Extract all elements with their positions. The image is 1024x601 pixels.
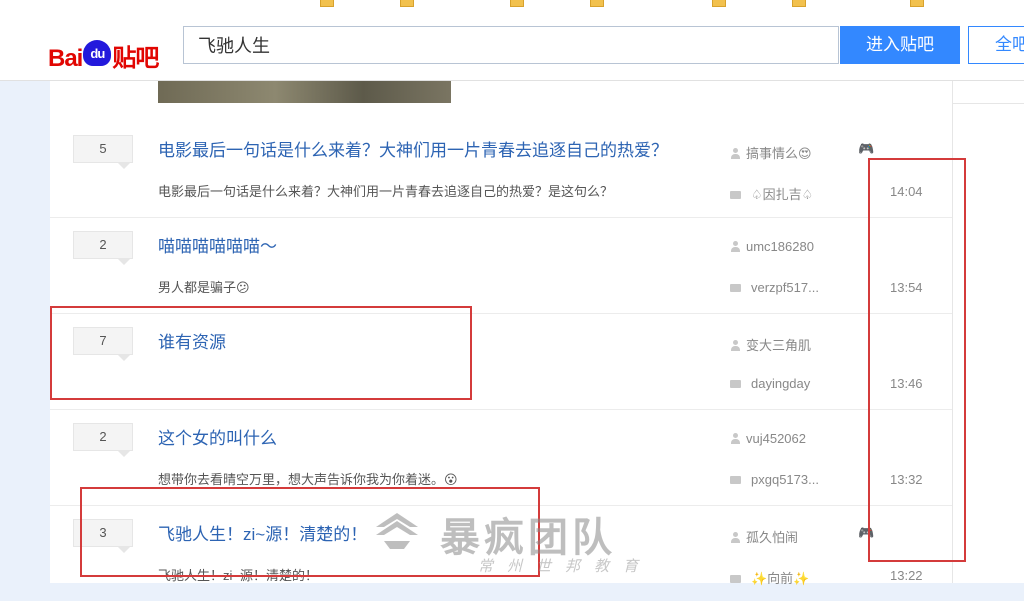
game-badge-icon: 🎮 xyxy=(858,141,875,156)
bookmarks-bar xyxy=(0,0,1024,12)
thread-author[interactable]: vuj452062 xyxy=(730,431,806,446)
thread-author[interactable]: 孤久怕闹 xyxy=(730,527,798,546)
logo-tieba: 贴吧 xyxy=(112,45,159,72)
replier-name[interactable]: ✨向前✨ xyxy=(751,571,809,586)
thread-title-link[interactable]: 这个女的叫什么 xyxy=(158,424,277,449)
thread-excerpt: 飞驰人生！zi~源！清楚的！ xyxy=(158,568,318,583)
reply-icon xyxy=(730,380,741,388)
user-icon xyxy=(730,532,740,543)
reply-icon xyxy=(730,284,741,292)
author-name[interactable]: vuj452062 xyxy=(746,431,806,446)
reply-count-badge: 2 xyxy=(73,423,133,457)
thread-title-link[interactable]: 喵喵喵喵喵喵～ xyxy=(158,232,277,257)
header: Baidu贴吧 进入贴吧 全吧 xyxy=(0,12,1024,81)
last-reply-time: 13:22 xyxy=(890,568,923,583)
bookmark-folder-icon[interactable] xyxy=(510,0,528,7)
right-sidebar xyxy=(952,81,1024,583)
bookmark-folder-icon[interactable] xyxy=(400,0,418,7)
logo-paw-icon: du xyxy=(83,40,112,66)
thread-thumbnail-image[interactable] xyxy=(158,81,451,103)
reply-count-badge: 3 xyxy=(73,519,133,553)
thread-list: 5 电影最后一句话是什么来着？大神们用一片青春去追逐自己的热爱？ 电影最后一句话… xyxy=(50,81,953,586)
author-name[interactable]: 变大三角肌 xyxy=(746,338,811,353)
author-name[interactable]: 搞事情么😍 xyxy=(746,146,812,161)
user-icon xyxy=(730,241,740,252)
last-reply-time: 13:54 xyxy=(890,280,923,295)
last-replier[interactable]: ♤因扎吉♤ xyxy=(730,184,813,203)
thread-row[interactable]: 5 电影最后一句话是什么来着？大神们用一片青春去追逐自己的热爱？ 电影最后一句话… xyxy=(50,121,952,218)
last-replier[interactable]: dayingday xyxy=(730,376,810,391)
reply-count-badge: 5 xyxy=(73,135,133,169)
thread-title-link[interactable]: 飞驰人生！zi~源！清楚的！ xyxy=(158,520,367,545)
thread-excerpt: 电影最后一句话是什么来着？大神们用一片青春去追逐自己的热爱？是这句么？ xyxy=(158,184,614,199)
last-replier[interactable]: pxgq5173... xyxy=(730,472,819,487)
last-reply-time: 14:04 xyxy=(890,184,923,199)
enter-tieba-button[interactable]: 进入贴吧 xyxy=(840,26,960,64)
thread-title-link[interactable]: 电影最后一句话是什么来着？大神们用一片青春去追逐自己的热爱？ xyxy=(158,136,668,161)
reply-icon xyxy=(730,191,741,199)
bookmark-folder-icon[interactable] xyxy=(590,0,608,7)
search-all-button[interactable]: 全吧 xyxy=(968,26,1024,64)
game-badge-icon: 🎮 xyxy=(858,525,875,540)
logo-bai: Bai xyxy=(48,45,83,72)
last-reply-time: 13:32 xyxy=(890,472,923,487)
thread-row[interactable]: 2 喵喵喵喵喵喵～ 男人都是骗子😕 umc186280 verzpf517...… xyxy=(50,217,952,314)
replier-name[interactable]: ♤因扎吉♤ xyxy=(751,187,813,202)
replier-name[interactable]: pxgq5173... xyxy=(751,472,819,487)
replier-name[interactable]: dayingday xyxy=(751,376,810,391)
reply-count-badge: 7 xyxy=(73,327,133,361)
thread-row[interactable]: 3 飞驰人生！zi~源！清楚的！ 飞驰人生！zi~源！清楚的！ 孤久怕闹 🎮 ✨… xyxy=(50,505,952,601)
last-replier[interactable]: verzpf517... xyxy=(730,280,819,295)
last-replier[interactable]: ✨向前✨ xyxy=(730,568,809,587)
reply-icon xyxy=(730,575,741,583)
bookmark-folder-icon[interactable] xyxy=(712,0,730,7)
thread-row[interactable]: 2 这个女的叫什么 想带你去看晴空万里，想大声告诉你我为你着迷。😮 vuj452… xyxy=(50,409,952,506)
thread-title-link[interactable]: 谁有资源 xyxy=(158,328,226,353)
bookmark-folder-icon[interactable] xyxy=(910,0,928,7)
replier-name[interactable]: verzpf517... xyxy=(751,280,819,295)
reply-icon xyxy=(730,476,741,484)
thread-author[interactable]: umc186280 xyxy=(730,239,814,254)
search-input[interactable] xyxy=(196,27,820,63)
thread-row[interactable]: 7 谁有资源 变大三角肌 dayingday 13:46 xyxy=(50,313,952,410)
user-icon xyxy=(730,340,740,351)
thread-author[interactable]: 变大三角肌 xyxy=(730,335,811,354)
user-icon xyxy=(730,148,740,159)
reply-count-badge: 2 xyxy=(73,231,133,265)
thread-excerpt: 想带你去看晴空万里，想大声告诉你我为你着迷。😮 xyxy=(158,472,458,487)
bookmark-folder-icon[interactable] xyxy=(792,0,810,7)
thread-excerpt: 男人都是骗子😕 xyxy=(158,280,250,295)
thread-author[interactable]: 搞事情么😍 xyxy=(730,143,812,162)
search-box[interactable] xyxy=(183,26,839,64)
baidu-tieba-logo[interactable]: Bai du 贴吧 xyxy=(48,38,159,72)
author-name[interactable]: 孤久怕闹 xyxy=(746,530,798,545)
bookmark-folder-icon[interactable] xyxy=(320,0,338,7)
author-name[interactable]: umc186280 xyxy=(746,239,814,254)
last-reply-time: 13:46 xyxy=(890,376,923,391)
user-icon xyxy=(730,433,740,444)
